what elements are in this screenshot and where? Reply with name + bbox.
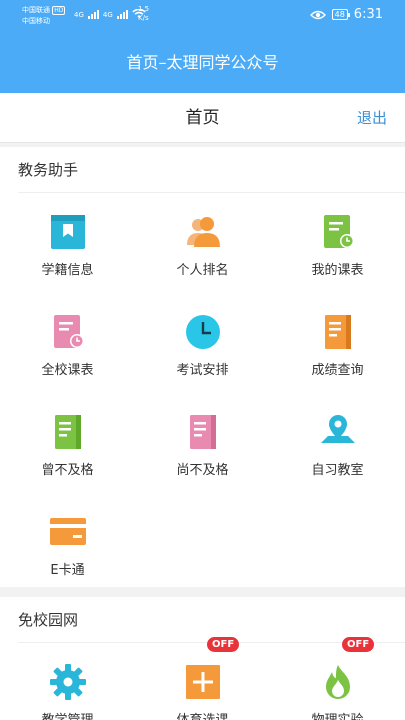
map-pin-icon [321,415,355,443]
menu-item-student-info[interactable]: 学籍信息 [0,193,135,293]
school-schedule-icon [54,315,84,348]
schedule-icon [324,215,354,248]
book-icon [190,415,216,449]
menu-item-physics-lab[interactable]: OFF 物理实验 [270,637,405,720]
logout-button[interactable]: 退出 [357,93,387,143]
menu-item-ever-failed[interactable]: 曾不及格 [0,393,135,493]
clock: 6:31 [353,7,383,22]
eye-icon [309,10,326,19]
menu-item-my-schedule[interactable]: 我的课表 [270,193,405,293]
menu-item-still-failed[interactable]: 尚不及格 [135,393,270,493]
net2-label: 4G [102,11,113,19]
menu-item-teaching-mgmt[interactable]: 教学管理 [0,643,135,720]
flame-icon [326,665,350,699]
net1-label: 4G [74,11,84,19]
menu-item-grades[interactable]: 成绩查询 [270,293,405,393]
status-right: 48 6:31 [309,7,383,22]
menu-item-ecard[interactable]: E卡通 [0,493,135,593]
carrier-info: 中国联通 HD 中国移动 [22,5,66,26]
grade-book-icon [325,315,351,349]
status-bar: 中国联通 HD 中国移动 4G 4G 1.5 K/s 48 6:31 [0,0,405,32]
plus-box-icon [186,665,220,699]
academic-section: 教务助手 学籍信息 个人排名 我的课表 全校课表 考试安排 成绩查询 曾不及格 … [0,147,405,587]
hd-badge: HD [52,6,66,15]
menu-item-study-room[interactable]: 自习教室 [270,393,405,493]
section-title: 教务助手 [0,147,405,193]
carrier2: 中国移动 [22,17,50,25]
menu-item-exam-schedule[interactable]: 考试安排 [135,293,270,393]
app-title-bar: 首页–太理同学公众号 [0,32,405,93]
carrier1: 中国联通 [22,6,50,14]
book-icon [55,415,81,449]
menu-item-ranking[interactable]: 个人排名 [135,193,270,293]
signal-icons: 4G 4G [74,9,146,19]
card-icon [50,518,86,545]
clock-icon [186,315,220,349]
offcampus-section: 免校园网 教学管理 [0,597,405,720]
menu-item-school-schedule[interactable]: 全校课表 [0,293,135,393]
page-title: 首页 [185,108,220,128]
menu-item-pe-course[interactable]: OFF 体育选课 [135,637,270,720]
signal-icon [116,9,128,19]
off-badge: OFF [342,637,375,652]
battery-icon: 48 [331,9,351,20]
signal-icon [87,9,99,19]
off-badge: OFF [207,637,240,652]
net-speed: 1.5 K/s [138,5,150,22]
users-icon [187,217,220,247]
nav-bar: 首页 退出 [0,93,405,143]
bookmark-book-icon [51,215,85,249]
gear-icon [50,664,86,700]
section-title: 免校园网 [0,597,405,643]
app-title: 首页–太理同学公众号 [126,53,279,72]
